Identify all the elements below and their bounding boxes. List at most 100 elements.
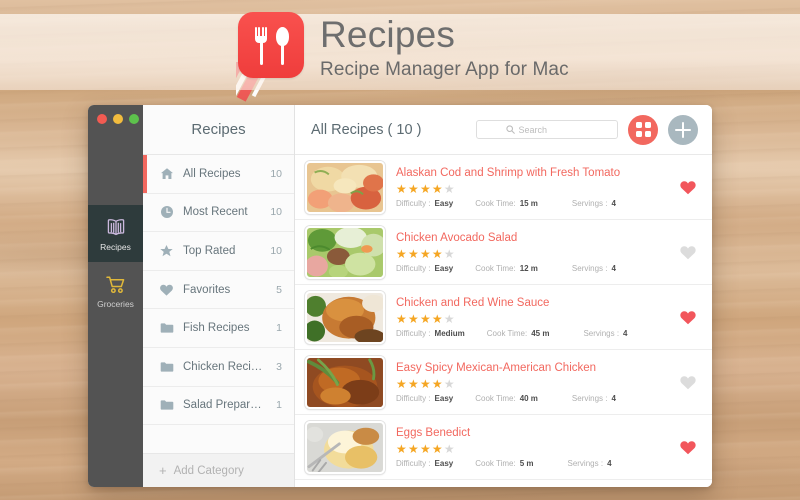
table-row[interactable]: Chicken and Red Wine Sauce ★★★★★ Difficu…: [295, 285, 712, 350]
recipe-name[interactable]: Chicken Avocado Salad: [396, 232, 667, 244]
table-row[interactable]: Eggs Benedict ★★★★★ Difficulty : Easy Co…: [295, 415, 712, 480]
sidebar-item-label: Top Rated: [183, 244, 236, 257]
recipe-meta: Difficulty : Medium Cook Time: 45 m Serv…: [396, 329, 667, 338]
rating-stars[interactable]: ★★★★★: [396, 182, 667, 196]
sidebar-item-favorites[interactable]: Favorites 5: [143, 270, 294, 310]
recipe-name[interactable]: Eggs Benedict: [396, 427, 667, 439]
sidebar-item-count: 10: [270, 206, 282, 219]
cook-time-label: Cook Time:: [475, 393, 516, 403]
add-category-button[interactable]: + Add Category: [143, 453, 294, 487]
recipe-thumbnail: [305, 420, 385, 474]
recipe-thumbnail: [305, 290, 385, 344]
sidebar-item-salad-preparation[interactable]: Salad Prepara… 1: [143, 386, 294, 426]
grid-view-button[interactable]: [628, 114, 658, 145]
rating-stars[interactable]: ★★★★★: [396, 312, 667, 326]
favorite-toggle[interactable]: [678, 309, 698, 326]
search-input[interactable]: [518, 124, 589, 135]
rail-item-groceries[interactable]: Groceries: [88, 262, 143, 319]
favorite-toggle[interactable]: [678, 179, 698, 196]
cook-time-label: Cook Time:: [475, 263, 516, 273]
servings-label: Servings :: [571, 263, 608, 273]
add-category-label: Add Category: [173, 464, 244, 477]
recipe-info: Easy Spicy Mexican-American Chicken ★★★★…: [396, 362, 667, 403]
heart-icon: [680, 375, 696, 389]
app-subtitle: Recipe Manager App for Mac: [320, 59, 569, 80]
table-row[interactable]: Chicken Avocado Salad ★★★★★ Difficulty :…: [295, 220, 712, 285]
sidebar-item-count: 1: [276, 399, 282, 412]
add-recipe-button[interactable]: [668, 114, 698, 145]
zoom-button[interactable]: [129, 113, 139, 124]
clock-icon: [159, 205, 174, 220]
rating-stars[interactable]: ★★★★★: [396, 377, 667, 391]
difficulty-label: Difficulty :: [396, 263, 431, 273]
category-list: All Recipes 10 Most Recent 10 Top Rated …: [143, 155, 294, 453]
favorite-toggle[interactable]: [678, 439, 698, 456]
recipe-name[interactable]: Alaskan Cod and Shrimp with Fresh Tomato: [396, 167, 667, 179]
minimize-button[interactable]: [113, 113, 123, 124]
difficulty-label: Difficulty :: [396, 198, 431, 208]
close-button[interactable]: [97, 113, 107, 124]
fork-icon: [255, 27, 267, 65]
sidebar-item-count: 3: [276, 360, 282, 373]
home-icon: [159, 166, 174, 181]
book-icon: [105, 215, 127, 239]
sidebar-item-count: 5: [276, 283, 282, 296]
sidebar-item-top-rated[interactable]: Top Rated 10: [143, 232, 294, 271]
app-window: Recipes Groceries Recipes All Recipes 10: [88, 105, 712, 487]
favorite-toggle[interactable]: [678, 374, 698, 391]
recipe-meta: Difficulty : Easy Cook Time: 15 m Servin…: [396, 199, 667, 208]
cook-time-label: Cook Time:: [475, 458, 516, 468]
heart-icon: [680, 245, 696, 259]
promo-header: Recipes Recipe Manager App for Mac: [238, 12, 569, 82]
servings-value: 4: [611, 263, 616, 273]
search-box[interactable]: [476, 120, 618, 139]
sidebar-item-label: Fish Recipes: [183, 322, 250, 335]
recipe-info: Chicken and Red Wine Sauce ★★★★★ Difficu…: [396, 297, 667, 338]
sidebar-item-label: Salad Prepara…: [183, 399, 268, 412]
sidebar-item-fish-recipes[interactable]: Fish Recipes 1: [143, 309, 294, 348]
sidebar-item-label: Chicken Recipes: [183, 360, 268, 373]
servings-label: Servings :: [571, 393, 608, 403]
rail-item-groceries-label: Groceries: [97, 299, 134, 309]
cook-time-value: 40 m: [519, 393, 538, 403]
sidebar-item-count: 1: [276, 322, 282, 335]
shopping-cart-icon: [105, 272, 127, 296]
traffic-lights: [88, 105, 143, 132]
rating-stars[interactable]: ★★★★★: [396, 247, 667, 261]
recipe-name[interactable]: Chicken and Red Wine Sauce: [396, 297, 667, 309]
page-title: All Recipes ( 10 ): [311, 121, 422, 138]
app-logo-icon: [238, 12, 304, 78]
difficulty-value: Easy: [434, 198, 454, 208]
sidebar-item-most-recent[interactable]: Most Recent 10: [143, 193, 294, 233]
difficulty-value: Easy: [434, 458, 454, 468]
category-list-filler: [143, 425, 294, 453]
recipe-info: Chicken Avocado Salad ★★★★★ Difficulty :…: [396, 232, 667, 273]
recipe-meta: Difficulty : Easy Cook Time: 5 m Serving…: [396, 459, 667, 468]
sidebar-title: Recipes: [143, 105, 294, 155]
rail-spacer: [88, 132, 143, 205]
recipe-list-pane: All Recipes ( 10 ) Search Alaskan Cod an…: [295, 105, 712, 487]
rating-stars[interactable]: ★★★★★: [396, 442, 667, 456]
rail-item-recipes[interactable]: Recipes: [88, 205, 143, 262]
sidebar-item-label: Favorites: [183, 283, 231, 296]
favorite-toggle[interactable]: [678, 244, 698, 261]
recipe-info: Alaskan Cod and Shrimp with Fresh Tomato…: [396, 167, 667, 208]
plus-icon: [675, 121, 691, 138]
servings-value: 4: [611, 198, 616, 208]
search-icon: [505, 125, 515, 134]
table-row[interactable]: Easy Spicy Mexican-American Chicken ★★★★…: [295, 350, 712, 415]
recipe-name[interactable]: Easy Spicy Mexican-American Chicken: [396, 362, 667, 374]
heart-icon: [680, 310, 696, 324]
heart-icon: [680, 180, 696, 194]
servings-value: 4: [611, 393, 616, 403]
grid-view-icon: [635, 122, 651, 137]
servings-label: Servings :: [567, 458, 604, 468]
sidebar-item-all-recipes[interactable]: All Recipes 10: [143, 155, 294, 194]
table-row[interactable]: Alaskan Cod and Shrimp with Fresh Tomato…: [295, 155, 712, 220]
heart-icon: [159, 282, 174, 297]
difficulty-value: Easy: [434, 393, 454, 403]
cook-time-label: Cook Time:: [486, 328, 528, 338]
folder-icon: [159, 359, 174, 374]
sidebar-item-chicken-recipes[interactable]: Chicken Recipes 3: [143, 347, 294, 387]
recipe-meta: Difficulty : Easy Cook Time: 40 m Servin…: [396, 394, 667, 403]
